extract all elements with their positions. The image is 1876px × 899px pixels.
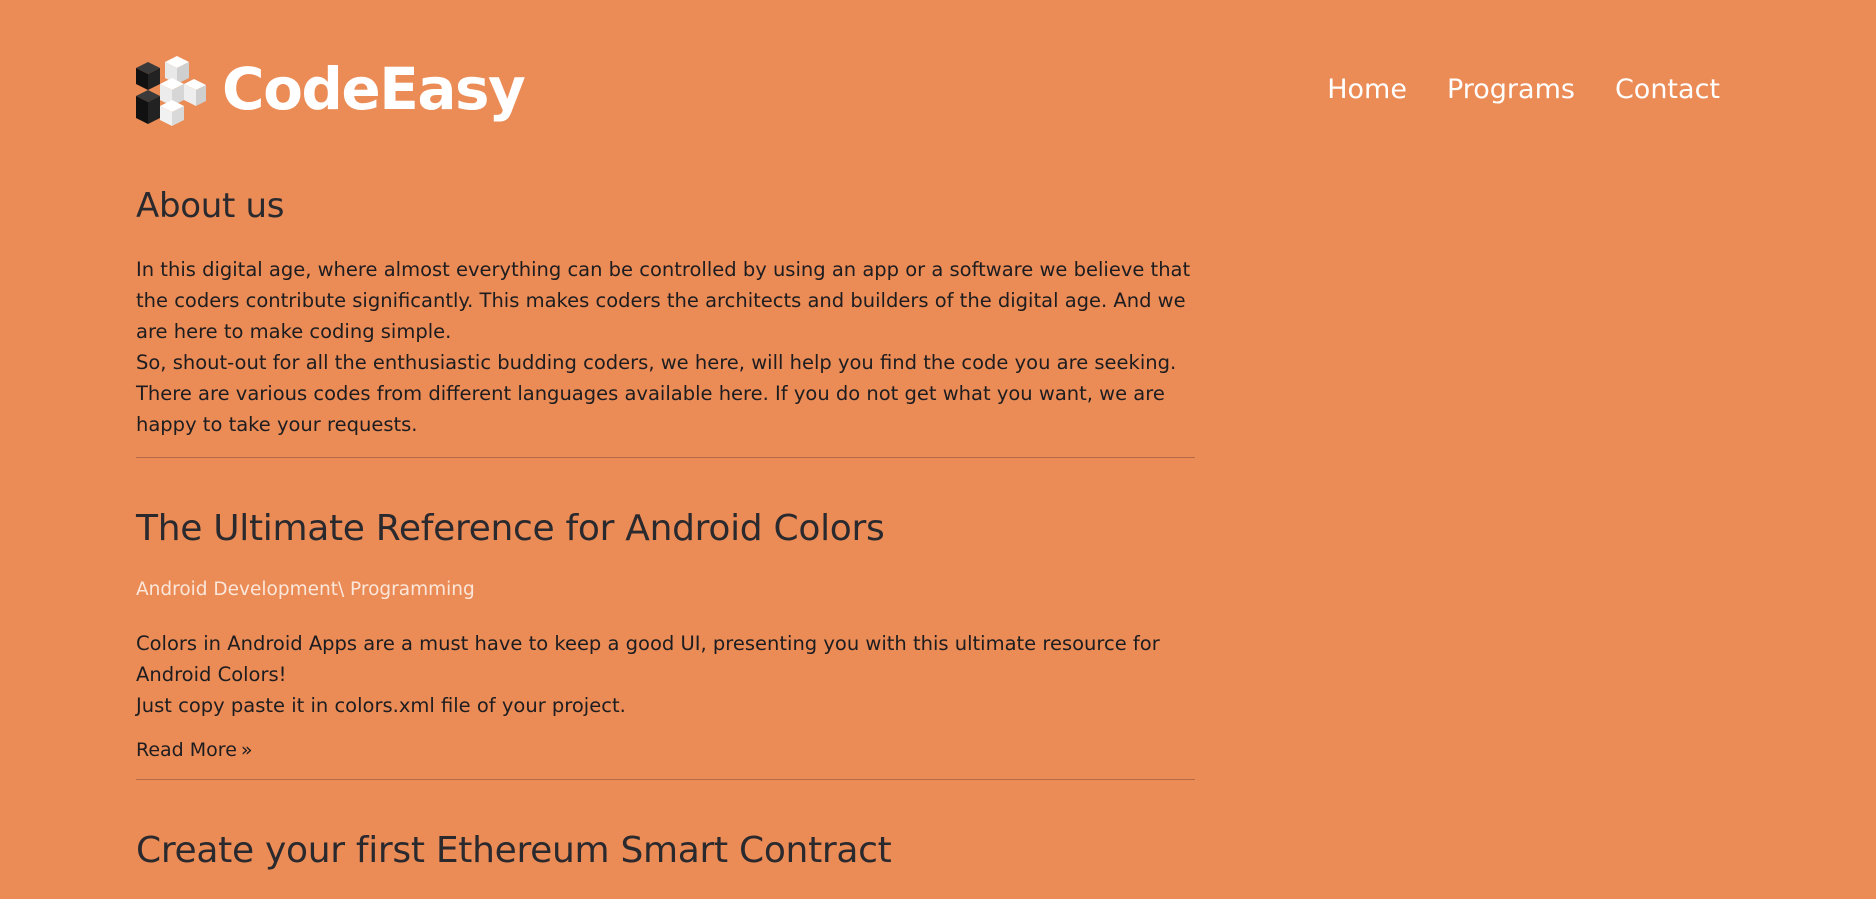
nav-contact-link[interactable]: Contact: [1615, 74, 1720, 106]
page: CodeEasy Home Programs Contact About us …: [0, 0, 1876, 899]
post-card: Create your first Ethereum Smart Contrac…: [136, 825, 1195, 877]
logo-text: CodeEasy: [222, 55, 526, 123]
double-chevron-right-icon: »: [240, 739, 253, 761]
about-section: About us In this digital age, where almo…: [136, 180, 1195, 440]
post-categories[interactable]: Android Development\ Programming: [136, 577, 1195, 603]
post-card: The Ultimate Reference for Android Color…: [136, 503, 1195, 763]
post-excerpt: Colors in Android Apps are a must have t…: [136, 628, 1195, 721]
read-more-link[interactable]: Read More»: [136, 737, 253, 763]
post-title-link[interactable]: Create your first Ethereum Smart Contrac…: [136, 825, 1195, 877]
nav-home-link[interactable]: Home: [1327, 74, 1407, 106]
main-nav: Home Programs Contact: [1287, 74, 1720, 106]
nav-programs-link[interactable]: Programs: [1447, 74, 1575, 106]
read-more-label: Read More: [136, 739, 237, 761]
about-body: In this digital age, where almost everyt…: [136, 254, 1195, 440]
section-divider: [136, 779, 1195, 780]
post-title-link[interactable]: The Ultimate Reference for Android Color…: [136, 503, 1195, 555]
section-divider: [136, 457, 1195, 458]
site-logo[interactable]: CodeEasy: [136, 55, 526, 126]
main-content: About us In this digital age, where almo…: [136, 180, 1195, 877]
about-paragraph: In this digital age, where almost everyt…: [136, 258, 1191, 343]
post-excerpt-line: Just copy paste it in colors.xml file of…: [136, 694, 626, 717]
cube-logo-icon: [136, 56, 206, 126]
about-paragraph: So, shout-out for all the enthusiastic b…: [136, 351, 1177, 436]
post-excerpt-line: Colors in Android Apps are a must have t…: [136, 632, 1160, 686]
about-title: About us: [136, 186, 285, 226]
site-header: CodeEasy Home Programs Contact: [136, 55, 1720, 126]
